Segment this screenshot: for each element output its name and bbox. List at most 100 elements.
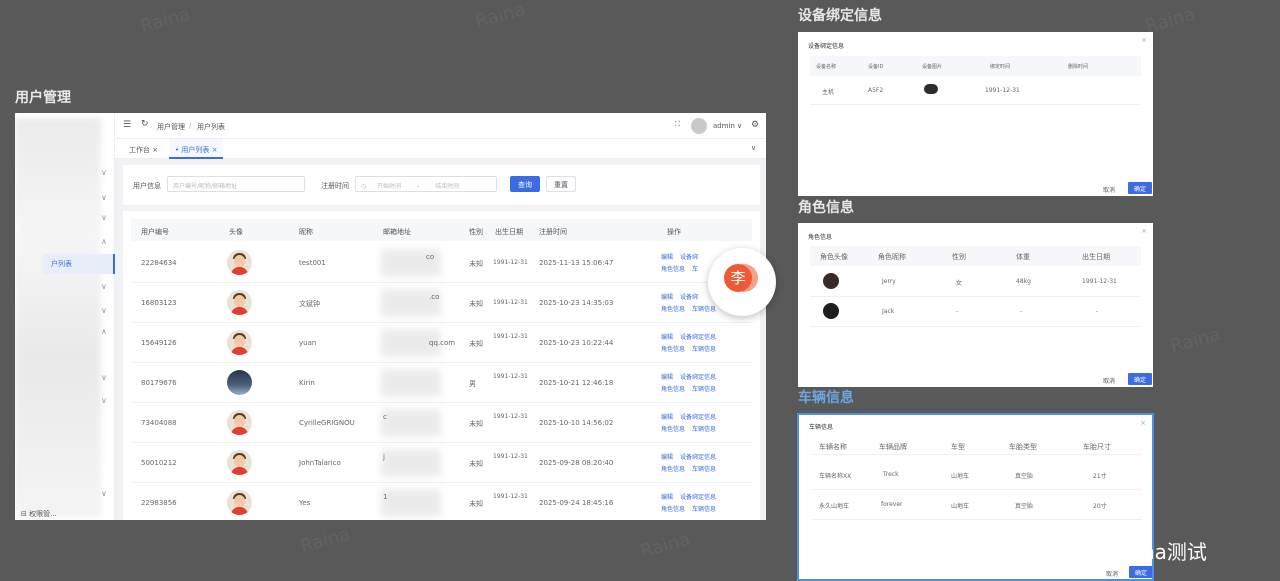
cancel-button[interactable]: 取消 xyxy=(1103,376,1115,385)
reg-time-range-picker[interactable]: ◷ 开始时间 - 结束时间 xyxy=(355,176,497,192)
fullscreen-icon[interactable]: ⛶ xyxy=(675,120,680,129)
edit-link[interactable]: 编辑 xyxy=(661,334,673,341)
search-panel: 用户信息 用户编号/昵称/邮箱地址 注册时间 ◷ 开始时间 - 结束时间 查询 … xyxy=(123,165,760,205)
chevron-down-icon[interactable]: ∨ xyxy=(101,489,107,498)
vehicle-link[interactable]: 车辆信息 xyxy=(692,426,716,433)
chevron-up-icon[interactable]: ∧ xyxy=(101,327,107,336)
device-link[interactable]: 设备绑定信息 xyxy=(680,374,716,381)
calendar-icon: ◷ xyxy=(361,183,367,190)
chevron-down-icon[interactable]: ∨ xyxy=(101,193,107,202)
sidebar-item-permission[interactable]: ⊟ 权限管... xyxy=(21,509,57,519)
chevron-down-icon[interactable]: ∨ xyxy=(101,373,107,382)
role-link[interactable]: 角色信息 xyxy=(661,386,685,393)
breadcrumb-item[interactable]: 用户管理 xyxy=(157,122,185,132)
tire-size: 21寸 xyxy=(1093,473,1107,480)
device-id: A5F2 xyxy=(868,87,884,94)
avatar xyxy=(227,450,252,475)
device-link[interactable]: 设备绑定信息 xyxy=(680,414,716,421)
vehicle-brand: forever xyxy=(881,501,903,508)
chevron-up-icon[interactable]: ∧ xyxy=(101,237,107,246)
vehicle-link[interactable]: 车辆信息 xyxy=(692,306,716,313)
device-link[interactable]: 设备绑 xyxy=(680,294,698,301)
user-table: 用户编号 头像 昵称 邮箱地址 性别 出生日期 注册时间 操作 22284634… xyxy=(123,211,760,520)
device-link[interactable]: 设备绑定信息 xyxy=(680,494,716,501)
device-link[interactable]: 设备绑定信息 xyxy=(680,454,716,461)
watermark: Raina xyxy=(473,0,528,33)
tab-user-list[interactable]: • 用户列表 × xyxy=(169,139,224,159)
role-link[interactable]: 角色信息 xyxy=(661,306,685,313)
vehicle-type: 山地车 xyxy=(951,503,970,510)
divider xyxy=(810,326,1141,327)
birth-date: 1991-12-31 xyxy=(493,453,528,460)
row-actions: 编辑 设备绑定信息 角色信息 车辆信息 xyxy=(661,452,741,476)
vehicle-link[interactable]: 车辆信息 xyxy=(692,386,716,393)
user-info-input[interactable]: 用户编号/昵称/邮箱地址 xyxy=(167,176,305,192)
ok-button[interactable]: 确定 xyxy=(1128,182,1152,194)
reg-time: 2025-10-10 14:56:02 xyxy=(539,419,614,427)
user-id: 22983856 xyxy=(141,499,177,507)
vehicle-name: 永久山地车 xyxy=(819,503,850,510)
vehicle-link[interactable]: 车辆信息 xyxy=(692,466,716,473)
role-link[interactable]: 角色信息 xyxy=(661,266,685,273)
edit-link[interactable]: 编辑 xyxy=(661,374,673,381)
close-icon[interactable]: × xyxy=(1141,36,1147,44)
tab-workbench[interactable]: 工作台 × xyxy=(123,139,164,159)
gender: 未知 xyxy=(469,300,483,308)
birth-date: 1991-12-31 xyxy=(493,413,528,420)
edit-link[interactable]: 编辑 xyxy=(661,294,673,301)
floating-user-badge[interactable]: 李 xyxy=(708,248,776,316)
role-link[interactable]: 角色信息 xyxy=(661,426,685,433)
birth-date: 1991-12-31 xyxy=(493,373,528,380)
role-link[interactable]: 角色信息 xyxy=(661,506,685,513)
gender: 男 xyxy=(469,380,476,388)
edit-link[interactable]: 编辑 xyxy=(661,454,673,461)
close-icon[interactable]: × xyxy=(1140,419,1146,427)
chevron-down-icon[interactable]: ∨ xyxy=(101,213,107,222)
role-birth: 1991-12-31 xyxy=(1082,278,1117,285)
edit-link[interactable]: 编辑 xyxy=(661,414,673,421)
chevron-down-icon[interactable]: ∨ xyxy=(751,144,756,152)
query-button[interactable]: 查询 xyxy=(510,176,540,192)
col-header: 注册时间 xyxy=(539,228,567,236)
edit-link[interactable]: 编辑 xyxy=(661,254,673,261)
ok-button[interactable]: 确定 xyxy=(1128,373,1152,385)
email-blurred xyxy=(381,369,441,397)
cancel-button[interactable]: 取消 xyxy=(1106,569,1118,578)
sidebar-item-user-list[interactable]: 户列表 xyxy=(43,254,115,274)
gender: 未知 xyxy=(469,420,483,428)
chevron-down-icon[interactable]: ∨ xyxy=(101,168,107,177)
user-id: 73404088 xyxy=(141,419,177,427)
col-header: 用户编号 xyxy=(141,228,169,236)
tire-type: 真空胎 xyxy=(1015,503,1034,510)
chevron-down-icon[interactable]: ∨ xyxy=(101,306,107,315)
col-header: 出生日期 xyxy=(495,228,523,236)
vehicle-link[interactable]: 车 xyxy=(692,266,698,273)
vehicle-heading: 车辆信息 xyxy=(798,390,854,406)
tire-size: 20寸 xyxy=(1093,503,1107,510)
user-id: 15649126 xyxy=(141,339,177,347)
chevron-down-icon[interactable]: ∨ xyxy=(101,396,107,405)
ok-button[interactable]: 确定 xyxy=(1129,566,1152,578)
device-link[interactable]: 设备绑 xyxy=(680,254,698,261)
close-icon[interactable]: × xyxy=(1141,227,1147,235)
chevron-down-icon[interactable]: ∨ xyxy=(101,282,107,291)
row-actions: 编辑 设备绑定信息 角色信息 车辆信息 xyxy=(661,492,741,516)
chevron-down-icon[interactable]: ∨ xyxy=(737,122,742,130)
dialog-title: 车辆信息 xyxy=(809,424,834,431)
role-link[interactable]: 角色信息 xyxy=(661,466,685,473)
menu-fold-icon[interactable]: ☰ xyxy=(123,120,131,130)
table-row: 22983856 Yes 1 未知 1991-12-31 2025-09-24 … xyxy=(131,483,752,520)
username[interactable]: admin xyxy=(713,122,735,130)
device-binding-dialog: 设备绑定信息 × 设备名称 设备ID 设备图片 绑定时间 删除时间 主机 A5F… xyxy=(798,32,1153,196)
vehicle-link[interactable]: 车辆信息 xyxy=(692,506,716,513)
avatar[interactable] xyxy=(691,118,707,134)
device-link[interactable]: 设备绑定信息 xyxy=(680,334,716,341)
role-info-dialog: 角色信息 × 角色头像 角色昵称 性别 体重 出生日期 Jerry 女 48kg… xyxy=(798,223,1153,387)
cancel-button[interactable]: 取消 xyxy=(1103,185,1115,194)
gear-icon[interactable]: ⚙ xyxy=(751,120,759,130)
role-link[interactable]: 角色信息 xyxy=(661,346,685,353)
vehicle-link[interactable]: 车辆信息 xyxy=(692,346,716,353)
refresh-icon[interactable]: ↻ xyxy=(141,119,149,129)
reset-button[interactable]: 重置 xyxy=(546,176,576,192)
edit-link[interactable]: 编辑 xyxy=(661,494,673,501)
